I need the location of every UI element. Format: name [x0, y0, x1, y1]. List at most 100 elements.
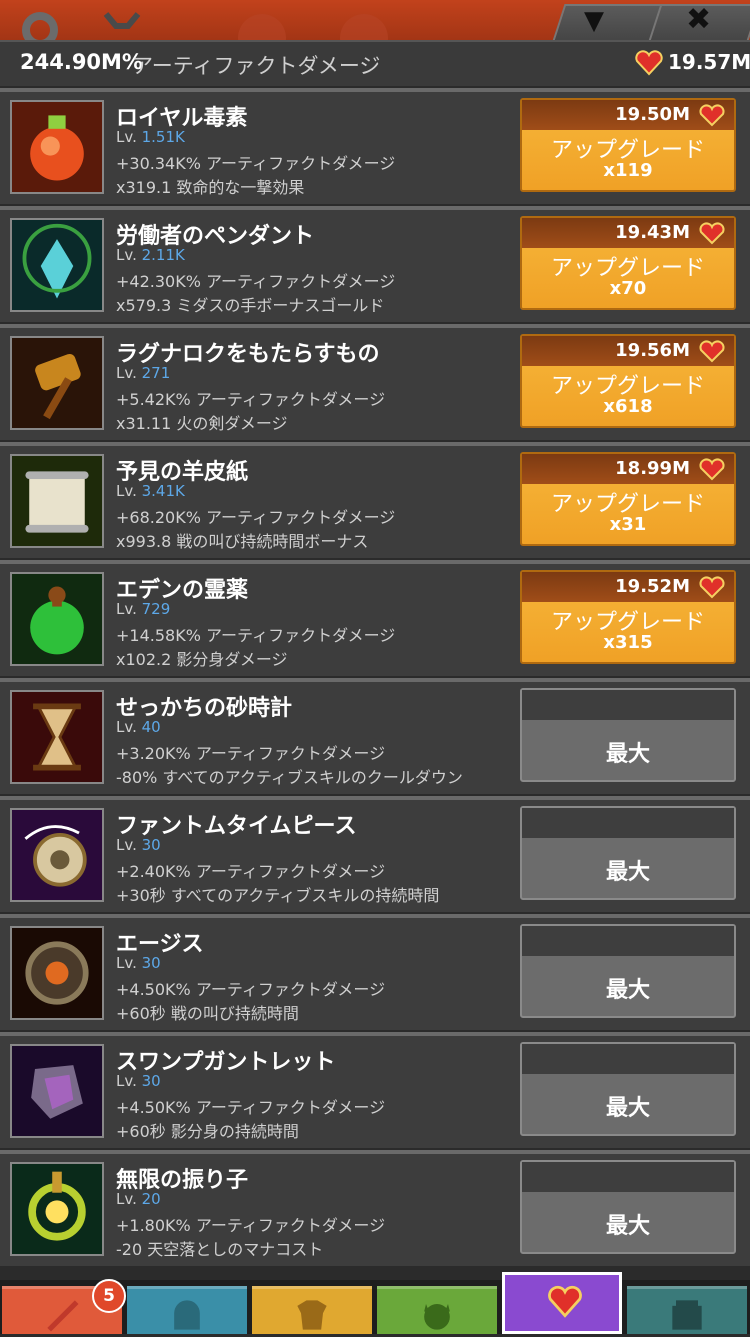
nav-tab-shop[interactable]	[627, 1286, 747, 1334]
relic-currency-icon	[699, 576, 725, 599]
level-prefix: Lv.	[116, 600, 142, 618]
level-prefix: Lv.	[116, 364, 142, 382]
artifact-effect: +60秒 影分身の持続時間	[116, 1122, 299, 1141]
max-level-button[interactable]: 最大	[520, 924, 736, 1018]
artifact-row[interactable]: 無限の振り子 Lv. 20 +1.80K% アーティファクトダメージ -20 天…	[0, 1150, 750, 1266]
artifact-icon	[12, 220, 102, 310]
artifact-row[interactable]: 労働者のペンダント Lv. 2.11K +42.30K% アーティファクトダメー…	[0, 206, 750, 322]
max-label: 最大	[605, 1096, 650, 1121]
close-icon: ✖	[686, 2, 712, 37]
chevron-down-icon: ▼	[584, 6, 604, 36]
armor-icon	[297, 1300, 327, 1330]
nav-tab-sword[interactable]: 5	[2, 1279, 126, 1334]
relic-currency-amount: 19.57M	[668, 50, 750, 74]
max-level-button[interactable]: 最大	[520, 806, 736, 900]
artifact-thumbnail[interactable]	[10, 690, 104, 784]
artifact-damage-bonus: +4.50K% アーティファクトダメージ	[116, 1098, 386, 1117]
max-level-button[interactable]: 最大	[520, 688, 736, 782]
artifact-damage-bonus: +14.58K% アーティファクトダメージ	[116, 626, 396, 645]
artifact-row[interactable]: せっかちの砂時計 Lv. 40 +3.20K% アーティファクトダメージ -80…	[0, 678, 750, 794]
artifact-icon	[12, 1046, 102, 1136]
total-artifact-damage: 244.90M%	[20, 50, 143, 74]
artifact-damage-bonus: +68.20K% アーティファクトダメージ	[116, 508, 396, 527]
max-label: 最大	[605, 1214, 650, 1239]
collapse-panel-button[interactable]	[551, 4, 665, 44]
upgrade-button[interactable]: 18.99M アップグレード x31	[520, 452, 736, 546]
artifact-damage-bonus: +4.50K% アーティファクトダメージ	[116, 980, 386, 999]
max-label: 最大	[605, 978, 650, 1003]
upgrade-button[interactable]: 19.52M アップグレード x315	[520, 570, 736, 664]
artifact-level: Lv. 20	[116, 1190, 161, 1208]
artifact-damage-bonus: +30.34K% アーティファクトダメージ	[116, 154, 396, 173]
nav-tab-helmet[interactable]	[127, 1286, 247, 1334]
artifact-icon	[12, 810, 102, 900]
artifact-effect: +60秒 戦の叫び持続時間	[116, 1004, 299, 1023]
notification-badge: 5	[92, 1279, 126, 1313]
max-cost-bar	[522, 1044, 734, 1074]
artifact-level: Lv. 40	[116, 718, 161, 736]
artifact-thumbnail[interactable]	[10, 218, 104, 312]
artifact-icon	[12, 692, 102, 782]
artifact-thumbnail[interactable]	[10, 100, 104, 194]
artifact-thumbnail[interactable]	[10, 572, 104, 666]
artifact-row[interactable]: ファントムタイムピース Lv. 30 +2.40K% アーティファクトダメージ …	[0, 796, 750, 912]
artifact-row[interactable]: エージス Lv. 30 +4.50K% アーティファクトダメージ +60秒 戦の…	[0, 914, 750, 1030]
artifact-icon	[12, 928, 102, 1018]
level-value: 40	[141, 718, 161, 736]
artifact-level: Lv. 1.51K	[116, 128, 185, 146]
sword-icon	[47, 1300, 79, 1332]
nav-tab-pet[interactable]	[377, 1286, 497, 1334]
upgrade-button[interactable]: 19.50M アップグレード x119	[520, 98, 736, 192]
artifact-icon	[12, 102, 102, 192]
artifact-row[interactable]: ロイヤル毒素 Lv. 1.51K +30.34K% アーティファクトダメージ x…	[0, 88, 750, 204]
artifact-effect: +30秒 すべてのアクティブスキルの持続時間	[116, 886, 440, 905]
max-level-button[interactable]: 最大	[520, 1160, 736, 1254]
artifact-thumbnail[interactable]	[10, 336, 104, 430]
upgrade-multiplier: x119	[603, 160, 653, 181]
settings-gear-icon[interactable]	[18, 4, 62, 40]
artifact-thumbnail[interactable]	[10, 808, 104, 902]
artifact-row[interactable]: スワンプガントレット Lv. 30 +4.50K% アーティファクトダメージ +…	[0, 1032, 750, 1148]
artifact-thumbnail[interactable]	[10, 454, 104, 548]
level-value: 2.11K	[141, 246, 185, 264]
relic-currency-icon	[635, 50, 663, 76]
artifact-effect: x319.1 致命的な一撃効果	[116, 178, 305, 197]
level-prefix: Lv.	[116, 836, 142, 854]
upgrade-button[interactable]: 19.56M アップグレード x618	[520, 334, 736, 428]
artifact-effect: x993.8 戦の叫び持続時間ボーナス	[116, 532, 369, 551]
artifact-row[interactable]: 予見の羊皮紙 Lv. 3.41K +68.20K% アーティファクトダメージ x…	[0, 442, 750, 558]
artifact-row[interactable]: エデンの霊薬 Lv. 729 +14.58K% アーティファクトダメージ x10…	[0, 560, 750, 676]
artifact-thumbnail[interactable]	[10, 926, 104, 1020]
level-prefix: Lv.	[116, 482, 142, 500]
level-value: 3.41K	[141, 482, 185, 500]
clan-icon[interactable]	[100, 4, 144, 40]
upgrade-button[interactable]: 19.43M アップグレード x70	[520, 216, 736, 310]
pet-icon	[424, 1304, 450, 1330]
level-prefix: Lv.	[116, 1190, 142, 1208]
upgrade-cost: 19.56M	[615, 340, 690, 361]
artifact-damage-bonus: +2.40K% アーティファクトダメージ	[116, 862, 386, 881]
max-level-button[interactable]: 最大	[520, 1042, 736, 1136]
bottom-nav: 5	[0, 1272, 750, 1334]
level-prefix: Lv.	[116, 128, 142, 146]
artifact-thumbnail[interactable]	[10, 1044, 104, 1138]
relic-currency-icon	[699, 458, 725, 481]
nav-tab-armor[interactable]	[252, 1286, 372, 1334]
level-prefix: Lv.	[116, 954, 142, 972]
artifact-row[interactable]: ラグナロクをもたらすもの Lv. 271 +5.42K% アーティファクトダメー…	[0, 324, 750, 440]
upgrade-multiplier: x70	[609, 278, 647, 299]
artifact-effect: -20 天空落としのマナコスト	[116, 1240, 324, 1259]
relic-currency-icon	[699, 222, 725, 245]
artifact-thumbnail[interactable]	[10, 1162, 104, 1256]
level-value: 30	[141, 836, 161, 854]
upgrade-multiplier: x618	[603, 396, 653, 417]
upgrade-cost: 19.43M	[615, 222, 690, 243]
relic-currency-icon	[699, 340, 725, 363]
upgrade-cost: 19.50M	[615, 104, 690, 125]
artifact-effect: x31.11 火の剣ダメージ	[116, 414, 288, 433]
total-artifact-damage-label: アーティファクトダメージ	[132, 54, 381, 78]
artifact-damage-bonus: +5.42K% アーティファクトダメージ	[116, 390, 386, 409]
shop-icon	[672, 1300, 702, 1330]
max-cost-bar	[522, 926, 734, 956]
nav-tab-artifact-heart[interactable]	[502, 1272, 622, 1334]
